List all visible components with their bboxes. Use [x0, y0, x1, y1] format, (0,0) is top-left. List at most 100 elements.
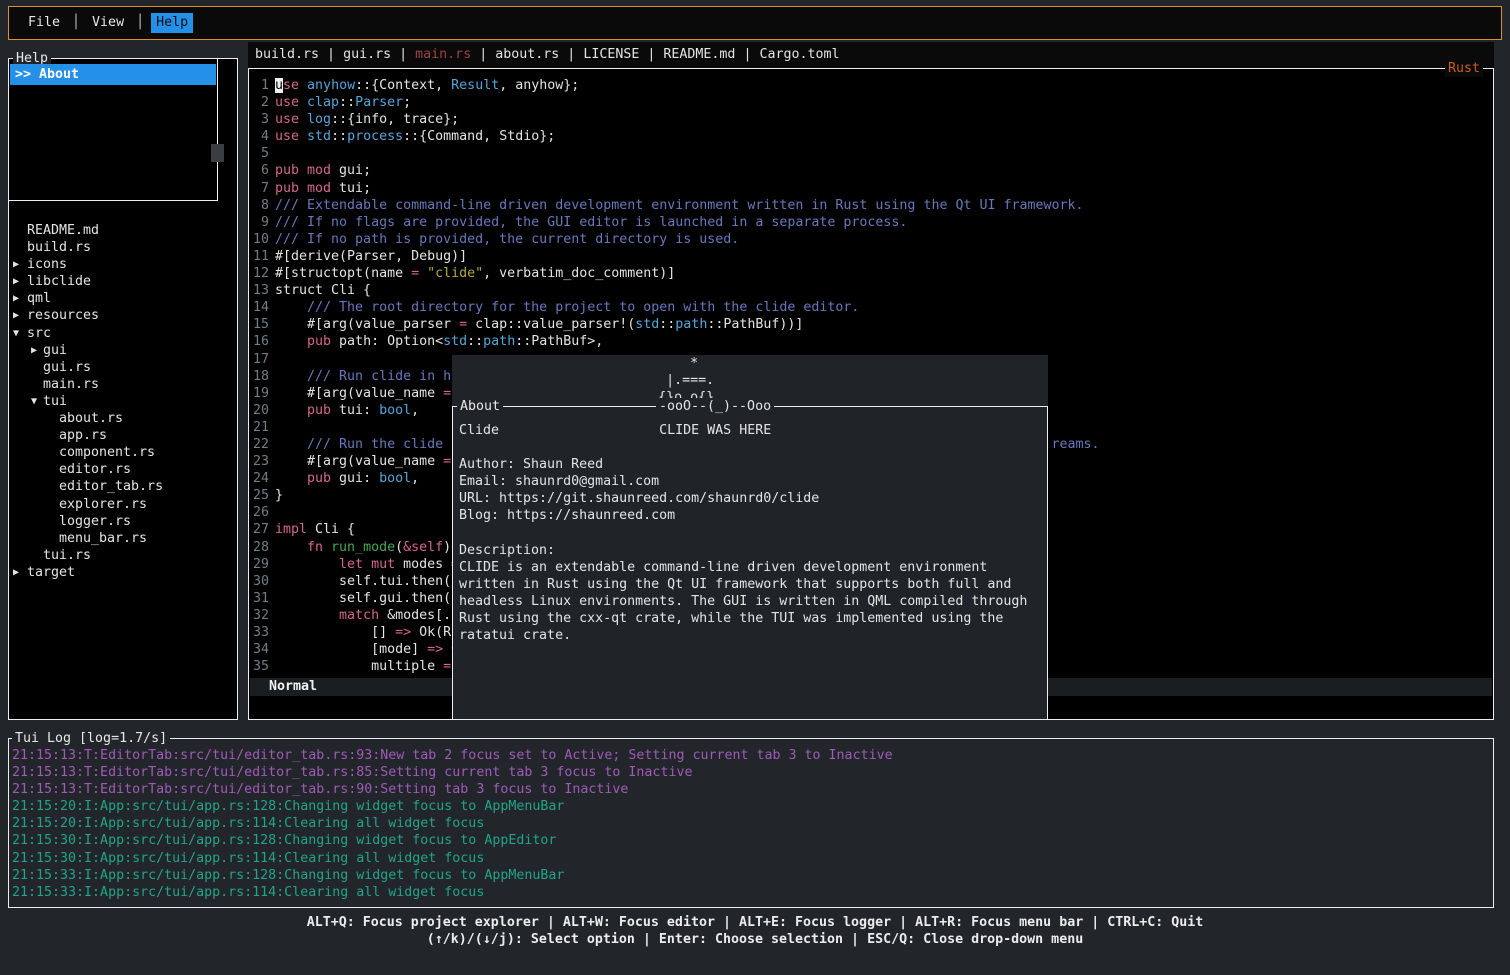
tree-item-main.rs[interactable]: main.rs	[9, 376, 237, 393]
tree-item-label: app.rs	[59, 428, 107, 443]
code-segment: /// Extendable command-line driven devel…	[275, 198, 1084, 213]
tree-item-README.md[interactable]: README.md	[9, 222, 237, 239]
tab-build.rs[interactable]: build.rs	[255, 47, 319, 62]
line-number: 9	[253, 214, 269, 231]
code-line-7[interactable]: 7pub mod tui;	[253, 180, 1492, 197]
line-number: 29	[253, 556, 269, 573]
code-segment: /// Run the clide	[275, 437, 451, 452]
code-line-3[interactable]: 3use log::{info, trace};	[253, 111, 1492, 128]
tree-item-editor.rs[interactable]: editor.rs	[9, 461, 237, 478]
code-segment: =	[411, 266, 427, 281]
tab-about.rs[interactable]: about.rs	[495, 47, 559, 62]
tab-LICENSE[interactable]: LICENSE	[583, 47, 639, 62]
line-number: 35	[253, 658, 269, 675]
about-dialog-content: Clide CLIDE WAS HEREAuthor: Shaun ReedEm…	[459, 422, 1045, 644]
tab-Cargo.toml[interactable]: Cargo.toml	[759, 47, 839, 62]
tab-separator: |	[639, 47, 663, 62]
code-segment: ::{info, trace};	[331, 112, 459, 127]
log-entry: 21:15:13:T:EditorTab:src/tui/editor_tab.…	[12, 747, 1493, 764]
tree-item-resources[interactable]: ▶resources	[9, 307, 237, 324]
code-line-9[interactable]: 9 /// If no flags are provided, the GUI e…	[253, 214, 1492, 231]
tree-item-label: gui	[43, 343, 67, 358]
tree-item-about.rs[interactable]: about.rs	[9, 410, 237, 427]
tab-separator: |	[471, 47, 495, 62]
code-segment: pub	[275, 403, 339, 418]
code-segment: impl	[275, 522, 315, 537]
tree-item-logger.rs[interactable]: logger.rs	[9, 513, 237, 530]
tree-item-app.rs[interactable]: app.rs	[9, 427, 237, 444]
line-number: 15	[253, 316, 269, 333]
code-line-6[interactable]: 6pub mod gui;	[253, 162, 1492, 179]
code-line-15[interactable]: 15 #[arg(value_parser = clap::value_pars…	[253, 316, 1492, 333]
code-line-10[interactable]: 10 /// If no path is provided, the curren…	[253, 231, 1492, 248]
about-dialog-line: CLIDE is an extendable command-line driv…	[459, 559, 1045, 576]
code-segment: clap::value_parser!(	[475, 317, 635, 332]
code-segment: se	[283, 78, 307, 93]
code-line-2[interactable]: 2use clap::Parser;	[253, 94, 1492, 111]
menu-item-view[interactable]: View	[87, 13, 129, 32]
code-segment: match	[275, 608, 387, 623]
tree-item-tui[interactable]: ▼tui	[9, 393, 237, 410]
code-segment: std	[635, 317, 659, 332]
tree-item-component.rs[interactable]: component.rs	[9, 444, 237, 461]
code-segment: multiple	[275, 659, 443, 674]
code-line-8[interactable]: 8 /// Extendable command-line driven deve…	[253, 197, 1492, 214]
code-segment: pub	[275, 334, 339, 349]
code-segment: /// If no path is provided, the current …	[275, 232, 739, 247]
tree-item-editor_tab.rs[interactable]: editor_tab.rs	[9, 478, 237, 495]
line-number: 13	[253, 282, 269, 299]
code-line-13[interactable]: 13struct Cli {	[253, 282, 1492, 299]
menu-bar: File│View│Help	[8, 6, 1502, 40]
dropdown-scrollbar-thumb[interactable]	[211, 144, 224, 162]
tree-item-explorer.rs[interactable]: explorer.rs	[9, 496, 237, 513]
tree-item-target[interactable]: ▶target	[9, 564, 237, 581]
tree-item-libclide[interactable]: ▶libclide	[9, 273, 237, 290]
code-segment: =>	[395, 625, 419, 640]
code-line-12[interactable]: 12#[structopt(name = "clide", verbatim_d…	[253, 265, 1492, 282]
code-segment: "clide"	[427, 266, 483, 281]
tab-main.rs[interactable]: main.rs	[415, 47, 471, 62]
menu-item-file[interactable]: File	[23, 13, 65, 32]
code-line-4[interactable]: 4use std::process::{Command, Stdio};	[253, 128, 1492, 145]
line-number: 10	[253, 231, 269, 248]
code-segment: #[arg(value_parser	[275, 317, 459, 332]
tree-item-gui[interactable]: ▶gui	[9, 342, 237, 359]
code-line-text: pub path: Option<std::path::PathBuf>,	[275, 334, 603, 349]
about-dialog-line: Author: Shaun Reed	[459, 456, 1045, 473]
help-bar-line-1: ALT+Q: Focus project explorer | ALT+W: F…	[0, 914, 1510, 931]
tree-item-src[interactable]: ▼src	[9, 325, 237, 342]
code-line-text: use clap::Parser;	[275, 95, 411, 110]
tree-item-build.rs[interactable]: build.rs	[9, 239, 237, 256]
code-line-14[interactable]: 14 /// The root directory for the projec…	[253, 299, 1492, 316]
ascii-art-border: -ooO--(_)--Ooo	[656, 398, 774, 415]
line-number: 5	[253, 145, 269, 162]
code-line-text: #[derive(Parser, Debug)]	[275, 249, 467, 264]
code-line-5[interactable]: 5	[253, 145, 1492, 162]
line-number: 32	[253, 607, 269, 624]
log-entry: 21:15:13:T:EditorTab:src/tui/editor_tab.…	[12, 764, 1493, 781]
tree-item-gui.rs[interactable]: gui.rs	[9, 359, 237, 376]
code-line-1[interactable]: 1use anyhow::{Context, Result, anyhow};	[253, 77, 1492, 94]
tree-item-icons[interactable]: ▶icons	[9, 256, 237, 273]
menu-item-help[interactable]: Help	[151, 13, 193, 32]
code-line-text: #[arg(value_parser = clap::value_parser!…	[275, 317, 803, 332]
code-line-text: /// If no path is provided, the current …	[275, 232, 739, 247]
tree-item-tui.rs[interactable]: tui.rs	[9, 547, 237, 564]
code-segment: , verbatim_doc_comment)]	[483, 266, 675, 281]
tree-item-menu_bar.rs[interactable]: menu_bar.rs	[9, 530, 237, 547]
line-number: 4	[253, 128, 269, 145]
code-segment: let mut	[275, 557, 403, 572]
dropdown-item-about[interactable]: >> About	[10, 64, 216, 85]
tree-item-qml[interactable]: ▶qml	[9, 290, 237, 307]
code-segment: , anyhow};	[499, 78, 579, 93]
code-line-11[interactable]: 11#[derive(Parser, Debug)]	[253, 248, 1492, 265]
code-line-16[interactable]: 16 pub path: Option<std::path::PathBuf>,	[253, 333, 1492, 350]
cursor: u	[275, 78, 283, 93]
code-line-text: #[structopt(name = "clide", verbatim_doc…	[275, 266, 675, 281]
tab-gui.rs[interactable]: gui.rs	[343, 47, 391, 62]
tree-item-label: gui.rs	[43, 360, 91, 375]
code-line-text: /// If no flags are provided, the GUI ed…	[275, 215, 907, 230]
tab-README.md[interactable]: README.md	[663, 47, 735, 62]
line-number: 8	[253, 197, 269, 214]
log-entry: 21:15:20:I:App:src/tui/app.rs:128:Changi…	[12, 798, 1493, 815]
